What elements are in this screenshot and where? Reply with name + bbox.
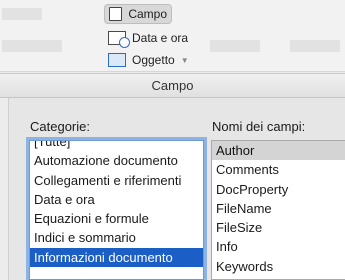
- categoria-item[interactable]: Indici e sommario: [30, 228, 203, 247]
- campo-label: Campo: [128, 7, 167, 21]
- campo-button[interactable]: Campo: [104, 4, 172, 24]
- categorie-label: Categorie:: [30, 119, 90, 134]
- categoria-item[interactable]: Equazioni e formule: [30, 209, 203, 228]
- data-ora-label: Data e ora: [132, 31, 189, 45]
- ribbon-placeholder: [2, 40, 62, 52]
- field-icon: [109, 7, 123, 21]
- campo-item[interactable]: Keywords: [212, 257, 345, 276]
- campo-item[interactable]: Author: [212, 141, 345, 161]
- nomi-campi-label: Nomi dei campi:: [212, 119, 306, 134]
- object-icon: [108, 53, 126, 67]
- nomi-campi-list-items: Author Comments DocProperty FileName FileSiz…: [212, 141, 345, 276]
- ribbon: Campo Data e ora Oggetto ▼: [0, 0, 345, 72]
- campo-item[interactable]: FileSize: [212, 218, 345, 237]
- chevron-down-icon[interactable]: ▼: [181, 56, 189, 65]
- categorie-list[interactable]: [Tutte] Automazione documento Collegamenti…: [29, 140, 204, 280]
- ribbon-placeholder: [290, 40, 340, 52]
- data-ora-button[interactable]: Data e ora: [108, 28, 188, 48]
- categoria-item[interactable]: [Tutte]: [30, 141, 203, 151]
- categorie-list-items: [Tutte] Automazione documento Collegamenti…: [30, 141, 203, 268]
- oggetto-label: Oggetto: [132, 53, 175, 67]
- categoria-item[interactable]: Data e ora: [30, 190, 203, 209]
- campo-item[interactable]: Info: [212, 237, 345, 256]
- categoria-item[interactable]: Informazioni documento: [30, 247, 203, 268]
- dialog-title: Campo: [0, 74, 345, 98]
- campo-item[interactable]: DocProperty: [212, 180, 345, 199]
- campo-item[interactable]: FileName: [212, 199, 345, 218]
- campo-item[interactable]: Comments: [212, 160, 345, 179]
- nomi-campi-list[interactable]: Author Comments DocProperty FileName FileSiz…: [211, 140, 345, 280]
- categoria-item[interactable]: Collegamenti e riferimenti: [30, 171, 203, 190]
- oggetto-button[interactable]: Oggetto ▼: [108, 50, 189, 70]
- ribbon-placeholder: [2, 8, 42, 20]
- categoria-item[interactable]: Automazione documento: [30, 151, 203, 170]
- date-time-icon: [108, 31, 130, 48]
- ribbon-placeholder: [210, 40, 260, 52]
